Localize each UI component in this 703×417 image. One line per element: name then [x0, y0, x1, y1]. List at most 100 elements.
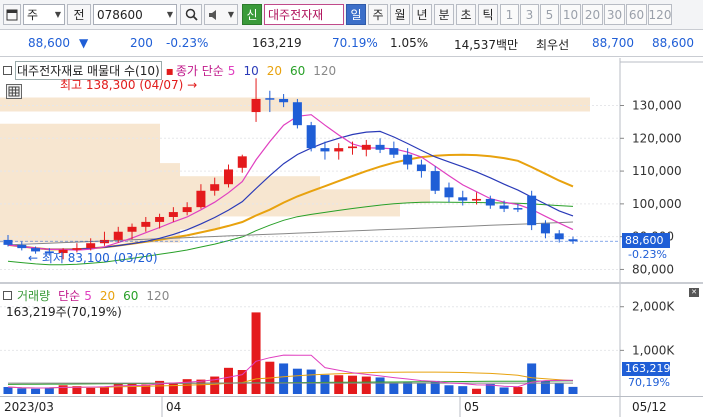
candle-body — [389, 148, 399, 155]
candle-body — [279, 98, 289, 103]
volume-profile-bar — [0, 176, 320, 191]
price-pane[interactable]: 130,000120,000110,000100,00090,00080,000… — [0, 58, 703, 282]
high-price-label: 최고 138,300 (04/07) → — [60, 76, 197, 93]
period-tab-label: 틱 — [482, 8, 494, 22]
period-tab-5[interactable]: 초 — [456, 4, 476, 25]
volume-bar — [44, 387, 54, 394]
window-icon[interactable] — [3, 4, 21, 25]
low-price-label: ← 최저 83,100 (03/20) — [28, 249, 158, 266]
volume-bar — [182, 379, 192, 394]
candle-body — [334, 148, 344, 152]
candle-body — [237, 156, 247, 168]
ma-legend-120: 120 — [313, 63, 337, 78]
candle-body — [113, 231, 123, 240]
candle-body — [320, 148, 330, 152]
volume-current-info: 163,219주(70,19%) — [6, 305, 122, 319]
volume-bar — [31, 388, 41, 394]
type-prefix-button[interactable]: 전 — [67, 4, 91, 25]
volume-bar — [361, 376, 371, 394]
volume-bar — [168, 382, 178, 394]
price-axis-label: 120,000 — [632, 131, 682, 145]
period-tab-3[interactable]: 년 — [412, 4, 432, 25]
best-label: 최우선 — [536, 38, 570, 52]
period-tab-4[interactable]: 분 — [434, 4, 454, 25]
price-axis-label: 100,000 — [632, 197, 682, 211]
interval-button-label: 3 — [525, 7, 534, 22]
change-arrow: ▼ — [79, 36, 89, 50]
current-price-tag: 88,600 — [622, 233, 670, 248]
toolbar: 주 ▼ 전 078600 ▼ ▼ 신 대주전자재 일주월년분초틱 1 3 5 10 20… — [0, 0, 703, 30]
ma-legend-20: 20 — [266, 63, 282, 78]
code-input[interactable]: 078600 ▼ — [93, 4, 177, 25]
volume-bar — [348, 375, 358, 394]
price-axis-label: 130,000 — [632, 99, 682, 113]
volume-bar — [306, 369, 316, 394]
candle-body — [540, 223, 550, 234]
volume-bar — [499, 387, 509, 394]
interval-button-1[interactable]: 3 — [520, 4, 539, 25]
candle-body — [361, 144, 371, 150]
period-tab-0[interactable]: 일 — [346, 4, 366, 25]
candle-body — [306, 125, 316, 149]
volume-ma-5: 5 — [84, 288, 92, 303]
interval-button-4[interactable]: 20 — [582, 4, 603, 25]
speaker-icon — [209, 9, 216, 20]
volume-ma-120: 120 — [146, 288, 170, 303]
volume-bar — [17, 388, 27, 394]
search-button[interactable] — [180, 4, 202, 25]
candle-body — [430, 171, 440, 191]
candle-body — [375, 144, 385, 150]
interval-button-2[interactable]: 5 — [540, 4, 559, 25]
interval-button-7[interactable]: 120 — [648, 4, 672, 25]
arrow-right-icon: → — [187, 78, 198, 92]
interval-button-0[interactable]: 1 — [500, 4, 519, 25]
interval-button-label: 60 — [628, 7, 645, 22]
volume-bar — [568, 386, 578, 394]
market-select[interactable]: 주 ▼ — [23, 4, 65, 25]
price-axis-label: 110,000 — [632, 164, 682, 178]
candle-body — [168, 212, 178, 217]
period-tab-6[interactable]: 틱 — [478, 4, 498, 25]
ma-legend-5: 5 — [227, 63, 236, 78]
volume-bar — [416, 383, 426, 394]
period-tab-2[interactable]: 월 — [390, 4, 410, 25]
interval-button-3[interactable]: 10 — [560, 4, 581, 25]
interval-button-label: 20 — [584, 7, 601, 22]
code-input-value: 078600 — [97, 7, 143, 22]
candle-body — [458, 197, 468, 201]
period-tab-label: 일 — [350, 8, 362, 22]
volume-bar — [527, 363, 537, 394]
interval-button-6[interactable]: 60 — [626, 4, 647, 25]
x-axis: 2023/03 04 05 05/12 — [0, 396, 703, 417]
volume-bar — [279, 363, 289, 394]
volume-ma60-line — [7, 380, 574, 385]
x-label-05-12: 05/12 — [632, 400, 667, 414]
volume-title: 거래량 — [17, 289, 51, 303]
period-tab-label: 분 — [438, 8, 450, 22]
volume-profile-bar — [0, 136, 160, 151]
stock-name: 대주전자재 — [264, 4, 344, 25]
volume-pane[interactable]: 2,000K 1,000K 거래량 단순 5 20 60 120 163,219주… — [0, 284, 703, 396]
volume: 163,219 — [252, 36, 302, 50]
grid-icon[interactable] — [6, 84, 22, 99]
arrow-left-icon: ← — [28, 251, 42, 265]
type-prefix-label: 전 — [73, 8, 85, 22]
interval-button-5[interactable]: 30 — [604, 4, 625, 25]
period-tab-label: 년 — [416, 8, 428, 22]
volume-bar — [320, 374, 330, 394]
volume-bar — [292, 368, 302, 394]
volume-profile-bar — [0, 123, 160, 138]
x-label-05: 05 — [464, 400, 480, 414]
window-icon-glyph — [6, 9, 18, 20]
credit-badge: 신 — [242, 4, 262, 25]
quote-bar: 88,600 ▼ 200 -0.23% 163,219 70.19% 1.05%… — [0, 30, 703, 57]
candle-body — [348, 146, 358, 149]
candle-body — [223, 169, 233, 185]
period-tab-1[interactable]: 주 — [368, 4, 388, 25]
close-icon[interactable]: ✕ — [689, 288, 699, 297]
sound-button[interactable]: ▼ — [204, 4, 238, 25]
candle-body — [472, 198, 482, 201]
candle-body — [251, 98, 261, 113]
chevron-down-icon: ▼ — [166, 10, 173, 19]
interval-button-label: 120 — [648, 7, 672, 22]
